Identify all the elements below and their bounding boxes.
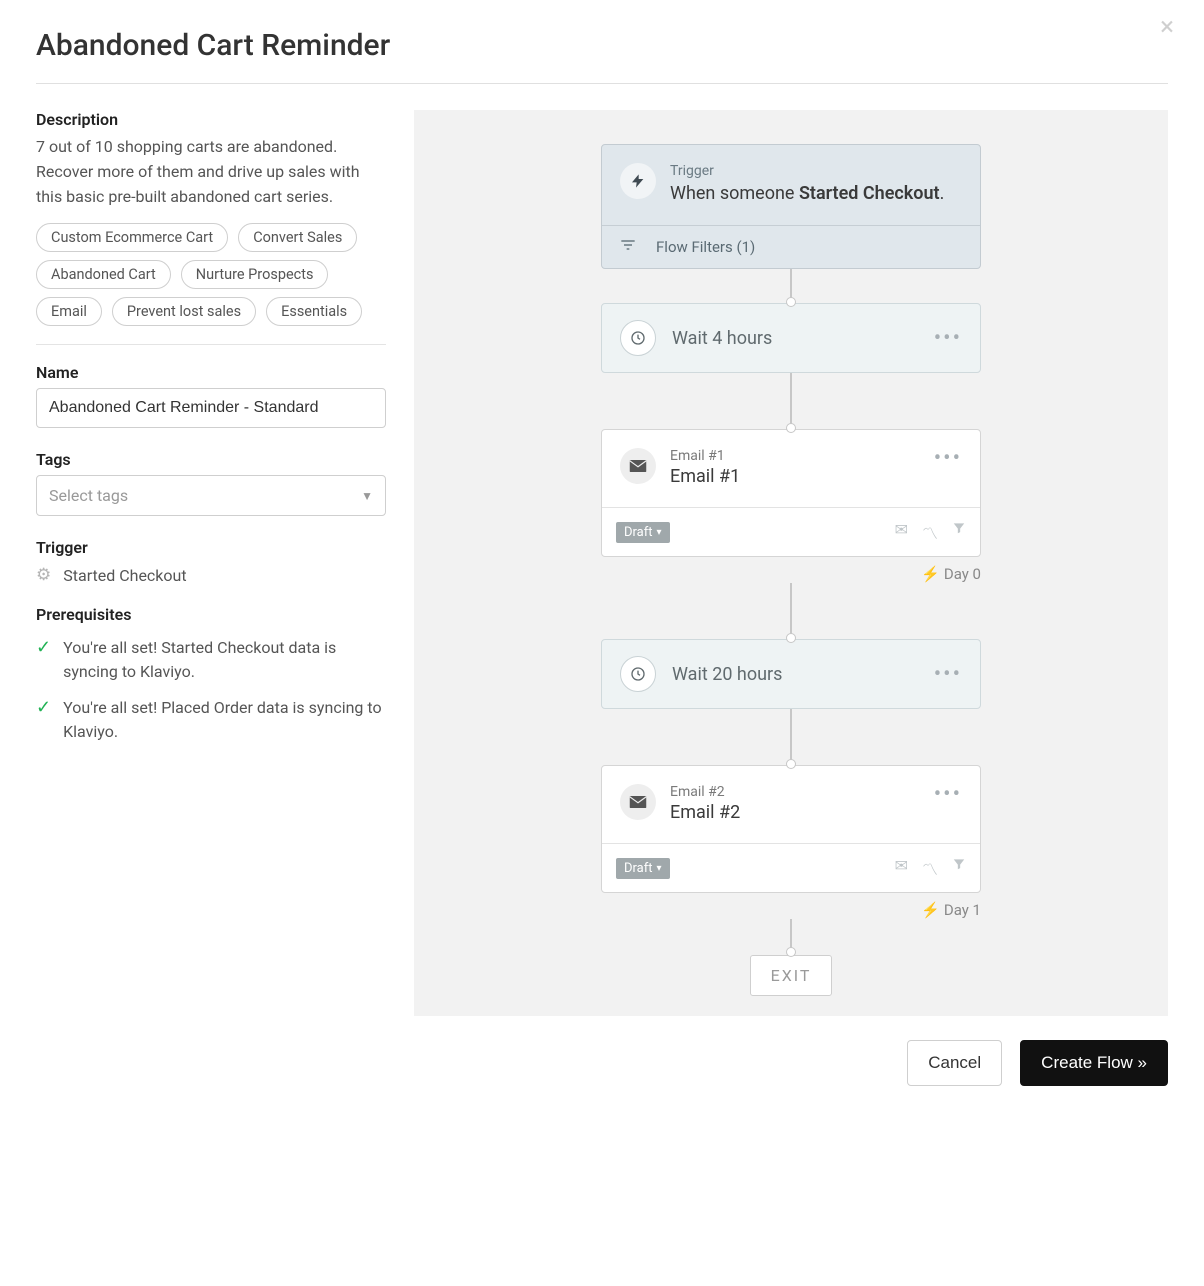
- connector: [790, 583, 792, 639]
- email-icon: [620, 784, 656, 820]
- chevron-down-icon: ▼: [361, 489, 373, 503]
- close-icon[interactable]: ×: [1160, 14, 1174, 40]
- divider: [36, 83, 1168, 84]
- trigger-card[interactable]: Trigger When someone Started Checkout. F…: [601, 144, 981, 269]
- tag-chip[interactable]: Convert Sales: [238, 223, 357, 252]
- more-icon[interactable]: •••: [934, 662, 962, 687]
- create-flow-button[interactable]: Create Flow »: [1020, 1040, 1168, 1086]
- prerequisite-text: You're all set! Placed Order data is syn…: [63, 696, 386, 744]
- clock-icon: [620, 320, 656, 356]
- funnel-icon[interactable]: [952, 856, 966, 880]
- trigger-description: When someone Started Checkout.: [670, 181, 944, 207]
- connector: [790, 269, 792, 303]
- tags-placeholder: Select tags: [49, 486, 128, 505]
- status-badge[interactable]: Draft ▾: [616, 522, 670, 543]
- funnel-icon[interactable]: [952, 520, 966, 544]
- flow-filters-row[interactable]: Flow Filters (1): [602, 225, 980, 268]
- name-label: Name: [36, 363, 386, 382]
- divider: [36, 344, 386, 345]
- day-marker: ⚡Day 0: [601, 565, 981, 583]
- more-icon[interactable]: •••: [934, 782, 962, 807]
- prerequisite-text: You're all set! Started Checkout data is…: [63, 636, 386, 684]
- trigger-name: Started Checkout: [63, 566, 186, 585]
- wait-card[interactable]: Wait 4 hours •••: [601, 303, 981, 373]
- tag-chip[interactable]: Nurture Prospects: [181, 260, 329, 289]
- tag-chip[interactable]: Custom Ecommerce Cart: [36, 223, 228, 252]
- reply-icon[interactable]: ✉︎: [895, 856, 908, 880]
- tags-select[interactable]: Select tags ▼: [36, 475, 386, 516]
- description-text: 7 out of 10 shopping carts are abandoned…: [36, 135, 386, 209]
- tags-label: Tags: [36, 450, 386, 469]
- trigger-label: Trigger: [36, 538, 386, 557]
- gear-icon: ⚙: [36, 565, 51, 585]
- tag-chip[interactable]: Abandoned Cart: [36, 260, 171, 289]
- check-icon: ✓: [36, 636, 51, 684]
- day-marker: ⚡Day 1: [601, 901, 981, 919]
- clock-icon: [620, 656, 656, 692]
- cancel-button[interactable]: Cancel: [907, 1040, 1002, 1086]
- analytics-icon[interactable]: 〽︎: [922, 856, 938, 880]
- email-step-title: Email #2: [670, 802, 740, 823]
- email-step-label: Email #2: [670, 784, 740, 800]
- flow-name-input[interactable]: [36, 388, 386, 428]
- email-step-title: Email #1: [670, 466, 740, 487]
- chevron-down-icon: ▾: [657, 527, 662, 538]
- page-title: Abandoned Cart Reminder: [36, 28, 1168, 63]
- email-card[interactable]: Email #2 Email #2 ••• Draft ▾ ✉︎ 〽︎: [601, 765, 981, 893]
- flow-filters-label: Flow Filters (1): [656, 238, 755, 256]
- tag-chip-row: Custom Ecommerce Cart Convert Sales Aban…: [36, 223, 386, 326]
- tag-chip[interactable]: Prevent lost sales: [112, 297, 256, 326]
- more-icon[interactable]: •••: [934, 326, 962, 351]
- email-step-label: Email #1: [670, 448, 740, 464]
- flow-canvas: Trigger When someone Started Checkout. F…: [414, 110, 1168, 1016]
- trigger-header: Trigger: [670, 163, 944, 179]
- reply-icon[interactable]: ✉︎: [895, 520, 908, 544]
- check-icon: ✓: [36, 696, 51, 744]
- analytics-icon[interactable]: 〽︎: [922, 520, 938, 544]
- status-badge[interactable]: Draft ▾: [616, 858, 670, 879]
- wait-label: Wait 4 hours: [672, 328, 772, 349]
- more-icon[interactable]: •••: [934, 446, 962, 471]
- connector: [790, 919, 792, 953]
- connector: [790, 373, 792, 429]
- bolt-icon: [620, 163, 656, 199]
- prerequisites-label: Prerequisites: [36, 605, 386, 624]
- email-icon: [620, 448, 656, 484]
- wait-card[interactable]: Wait 20 hours •••: [601, 639, 981, 709]
- connector: [790, 709, 792, 765]
- filter-icon: [620, 238, 636, 256]
- tag-chip[interactable]: Email: [36, 297, 102, 326]
- description-label: Description: [36, 110, 386, 129]
- chevron-down-icon: ▾: [657, 863, 662, 874]
- wait-label: Wait 20 hours: [672, 664, 782, 685]
- tag-chip[interactable]: Essentials: [266, 297, 362, 326]
- exit-node: EXIT: [750, 955, 833, 996]
- email-card[interactable]: Email #1 Email #1 ••• Draft ▾ ✉︎ 〽︎: [601, 429, 981, 557]
